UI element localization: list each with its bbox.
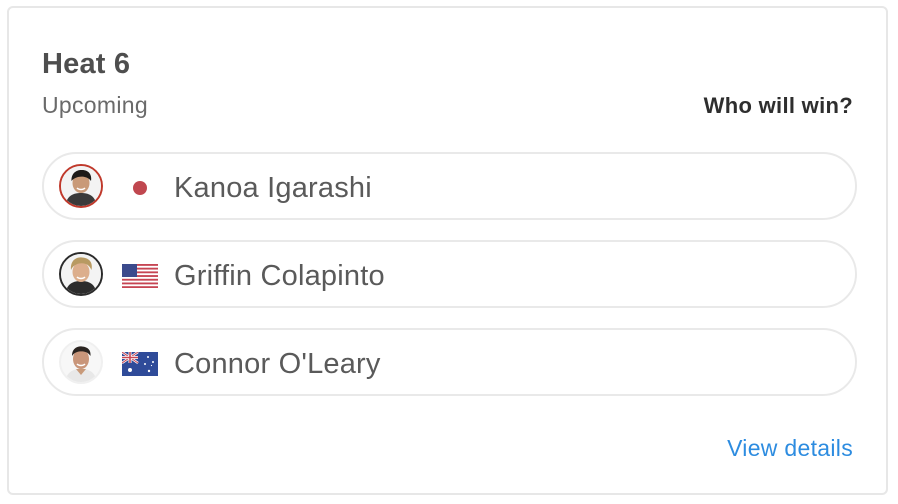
heat-title: Heat 6 xyxy=(42,48,131,80)
surfer-avatar xyxy=(59,252,103,296)
surfer-avatar xyxy=(59,164,103,208)
usa-flag-icon xyxy=(122,264,158,288)
surfer-avatar xyxy=(59,340,103,384)
person-avatar-icon xyxy=(61,342,101,382)
heat-card: Heat 6 Upcoming Who will win? Kanoa Igar… xyxy=(7,6,888,495)
surfer-name: Griffin Colapinto xyxy=(174,260,385,292)
person-avatar-icon xyxy=(61,166,101,206)
surfer-option-connor-oleary[interactable]: Connor O'Leary xyxy=(42,328,857,396)
view-details-link[interactable]: View details xyxy=(727,435,853,462)
surfer-option-kanoa-igarashi[interactable]: Kanoa Igarashi xyxy=(42,152,857,220)
person-avatar-icon xyxy=(61,254,101,294)
surfer-name: Kanoa Igarashi xyxy=(174,172,372,204)
australia-flag-icon xyxy=(122,352,158,376)
surfer-list: Kanoa Igarashi Griffin Colapinto Connor … xyxy=(42,152,857,416)
surfer-name: Connor O'Leary xyxy=(174,348,381,380)
japan-flag-icon xyxy=(122,176,158,200)
heat-status: Upcoming xyxy=(42,92,148,118)
who-will-win-label: Who will win? xyxy=(703,93,853,118)
surfer-option-griffin-colapinto[interactable]: Griffin Colapinto xyxy=(42,240,857,308)
